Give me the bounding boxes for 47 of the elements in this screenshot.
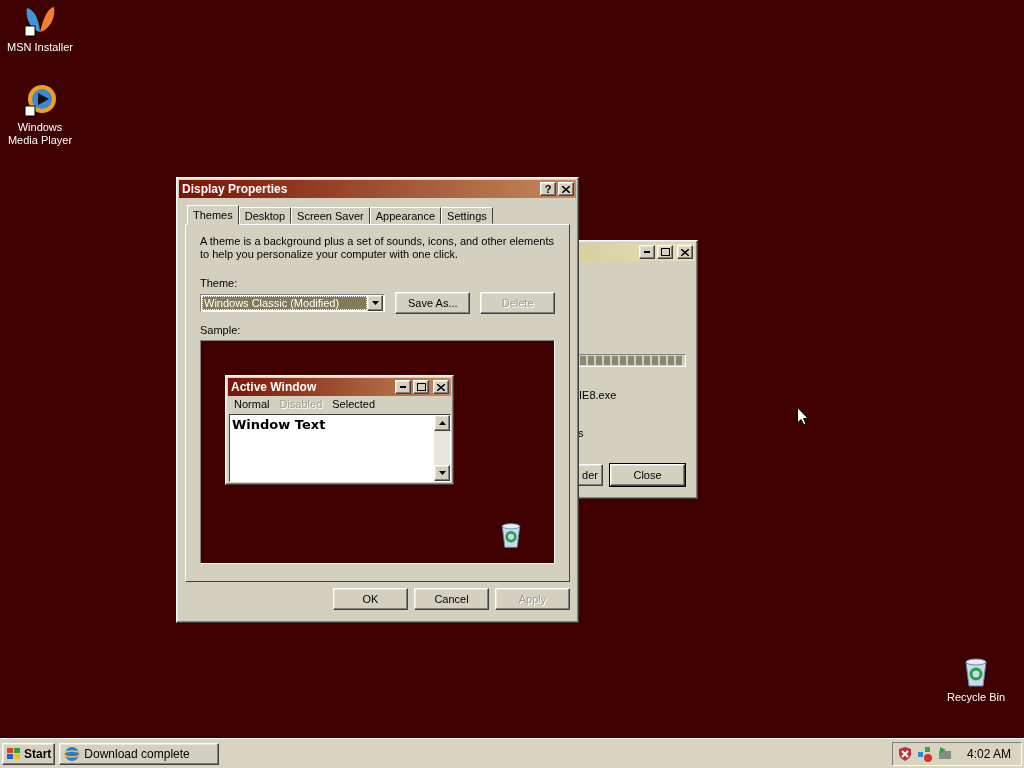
close-button[interactable] (558, 182, 574, 196)
theme-label: Theme: (200, 277, 239, 289)
maximize-button[interactable] (413, 380, 429, 394)
windows-logo-icon (6, 746, 22, 761)
window-title: Display Properties (182, 182, 289, 196)
cursor-icon (797, 407, 809, 426)
taskbar-button[interactable]: Download complete (59, 742, 220, 765)
icon-label[interactable]: MSN Installer (5, 41, 75, 54)
tab[interactable]: Screen Saver (291, 207, 370, 224)
status-text: s (578, 427, 584, 439)
tab[interactable]: Themes (187, 205, 239, 225)
close-icon (437, 383, 445, 391)
file-name: IE8.exe (579, 389, 617, 401)
help-button[interactable]: ? (540, 182, 556, 196)
theme-button[interactable]: Save As... (395, 292, 471, 314)
tab[interactable]: Appearance (369, 207, 442, 224)
butterfly-icon[interactable] (23, 4, 57, 38)
media-player-icon[interactable] (23, 84, 57, 118)
menu-item: Disabled (279, 398, 323, 410)
start-button[interactable]: Start (2, 742, 56, 765)
icon-label[interactable]: Recycle Bin (941, 691, 1011, 704)
close-button[interactable]: Close (610, 464, 685, 486)
close-icon (562, 185, 570, 193)
close-button[interactable] (433, 380, 449, 394)
minimize-icon (400, 386, 406, 388)
maximize-icon (416, 383, 426, 391)
minimize-button[interactable] (639, 245, 655, 259)
close-icon (681, 248, 689, 256)
globe-e-icon (64, 745, 81, 762)
window-title: Active Window (231, 380, 318, 394)
maximize-button[interactable] (657, 245, 673, 259)
close-button[interactable] (677, 245, 693, 259)
minimize-icon (644, 251, 650, 253)
clock: 4:02 AM (966, 746, 1011, 761)
shield-icon[interactable] (896, 745, 913, 762)
dialog-button[interactable]: OK (333, 588, 408, 610)
maximize-icon (660, 248, 670, 256)
theme-dropdown[interactable]: Windows Classic (Modified) (200, 294, 386, 312)
window-text: Window Text (231, 416, 327, 434)
tab[interactable]: Desktop (238, 207, 292, 224)
sample-label: Sample: (200, 324, 242, 336)
tab[interactable]: Settings (441, 207, 493, 224)
folder-button[interactable]: der (578, 464, 603, 486)
icon-label[interactable]: Windows Media Player (5, 121, 75, 147)
minimize-button[interactable] (395, 380, 411, 394)
description-text: A theme is a background plus a set of sounds, icons, and other elements to help you personalize your computer with one click. (200, 235, 555, 261)
dialog-button[interactable]: Cancel (414, 588, 489, 610)
